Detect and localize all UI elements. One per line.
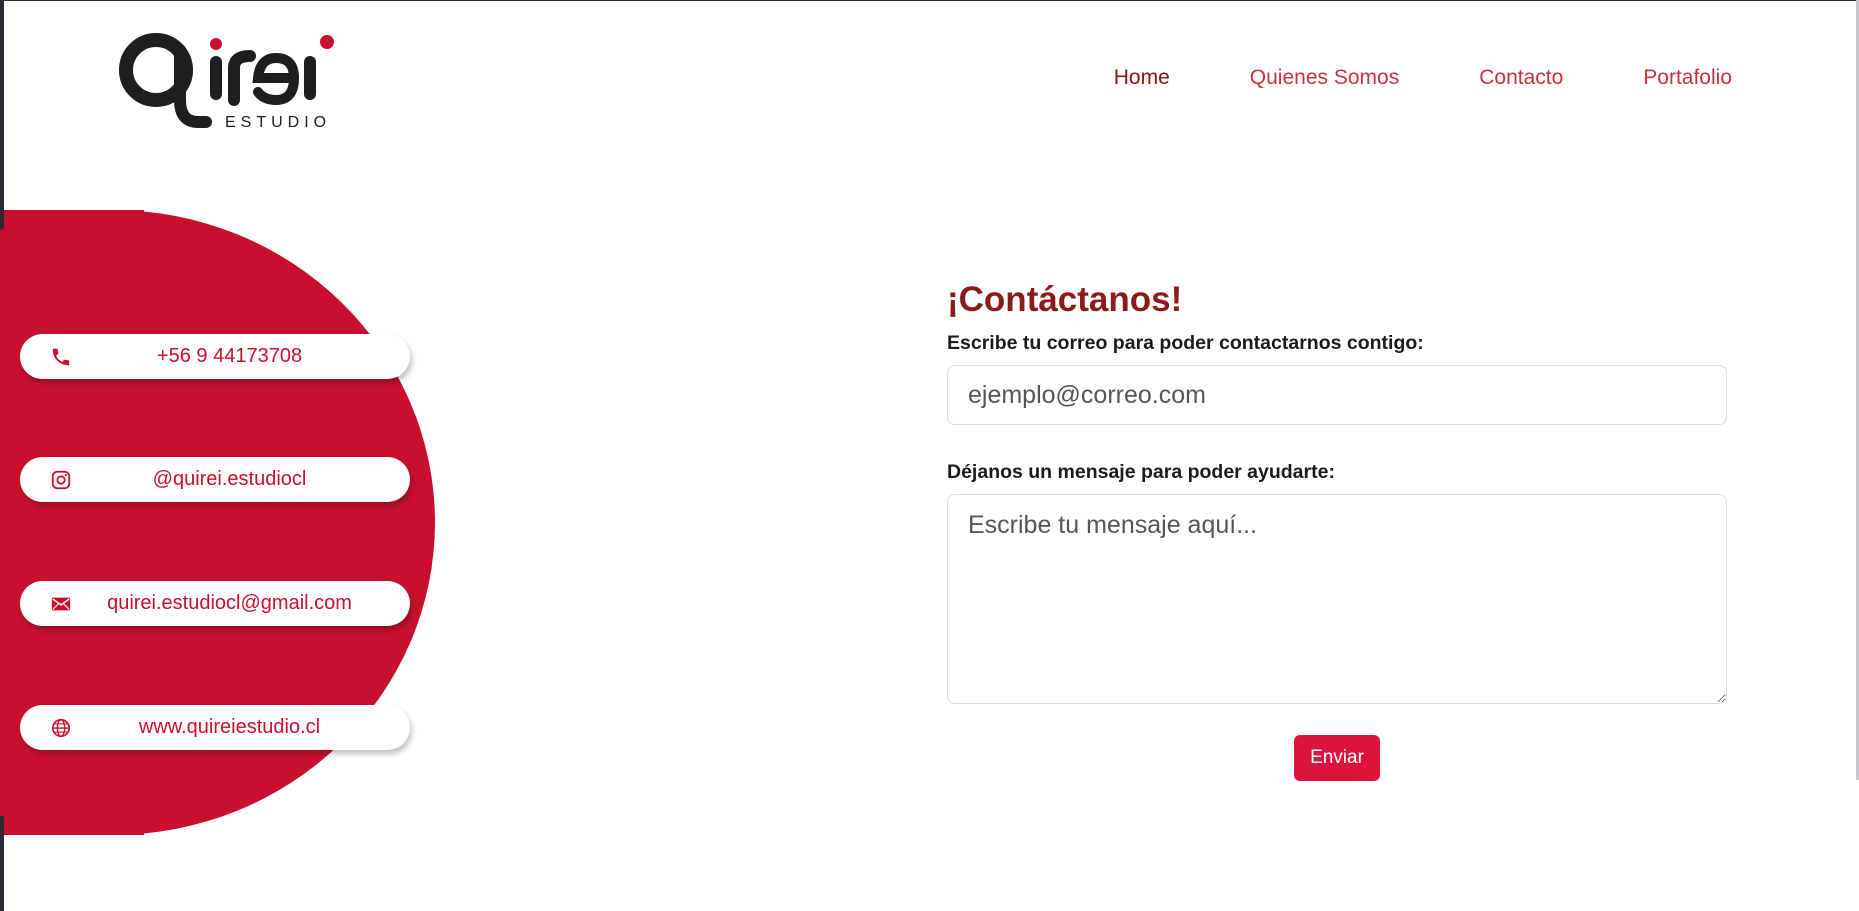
form-title: ¡Contáctanos!	[947, 280, 1183, 319]
brand-logo[interactable]: ESTUDIO	[118, 30, 338, 130]
email-field[interactable]	[947, 365, 1727, 425]
contact-website-label: www.quireiestudio.cl	[138, 716, 321, 738]
contact-instagram[interactable]: @quirei.estudiocl	[20, 457, 410, 502]
logo-subtitle: ESTUDIO	[225, 114, 331, 130]
contact-email[interactable]: quirei.estudiocl@gmail.com	[20, 581, 410, 626]
contact-phone[interactable]: +56 9 44173708	[20, 334, 410, 379]
contact-email-label: quirei.estudiocl@gmail.com	[107, 592, 352, 614]
contact-instagram-label: @quirei.estudiocl	[152, 468, 307, 490]
instagram-icon	[49, 468, 73, 492]
contact-page: ESTUDIO Home Quienes Somos Contacto Port…	[0, 0, 1859, 911]
nav-contacto[interactable]: Contacto	[1479, 66, 1563, 90]
nav-portafolio[interactable]: Portafolio	[1643, 66, 1732, 90]
submit-wrapper: Enviar	[947, 735, 1727, 781]
email-label: Escribe tu correo para poder contactarno…	[947, 332, 1424, 354]
contact-website[interactable]: www.quireiestudio.cl	[20, 705, 410, 750]
message-label: Déjanos un mensaje para poder ayudarte:	[947, 461, 1335, 483]
main-nav: Home Quienes Somos Contacto Portafolio	[1114, 66, 1732, 90]
submit-button[interactable]: Enviar	[1294, 735, 1380, 781]
phone-icon	[49, 345, 73, 369]
message-field[interactable]	[947, 494, 1727, 704]
nav-quienes-somos[interactable]: Quienes Somos	[1250, 66, 1399, 90]
nav-home[interactable]: Home	[1114, 66, 1170, 90]
contact-phone-label: +56 9 44173708	[156, 345, 303, 367]
mail-icon	[49, 592, 73, 616]
contact-form: ¡Contáctanos! Escribe tu correo para pod…	[947, 280, 1727, 781]
globe-icon	[49, 716, 73, 740]
window-top-border	[0, 0, 1859, 1]
